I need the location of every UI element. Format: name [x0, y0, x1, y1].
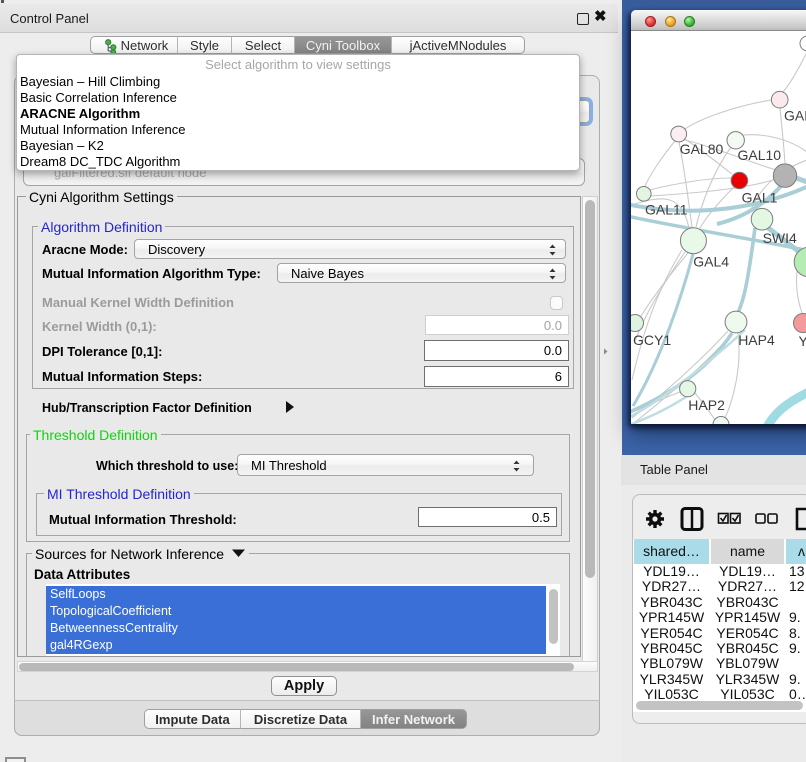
svg-text:HAP4: HAP4 — [738, 332, 775, 348]
svg-text:GAL3: GAL3 — [784, 108, 806, 124]
svg-text:GAL1: GAL1 — [742, 190, 778, 206]
svg-text:GAL10: GAL10 — [738, 147, 782, 163]
svg-text:GAL4: GAL4 — [693, 254, 729, 270]
svg-text:GCY1: GCY1 — [633, 332, 671, 348]
svg-text:YM: YM — [799, 333, 806, 349]
svg-text:GAL11: GAL11 — [645, 202, 688, 218]
svg-text:HAP2: HAP2 — [688, 397, 725, 413]
svg-text:SWI4: SWI4 — [763, 230, 797, 246]
svg-text:GAL80: GAL80 — [680, 141, 724, 157]
